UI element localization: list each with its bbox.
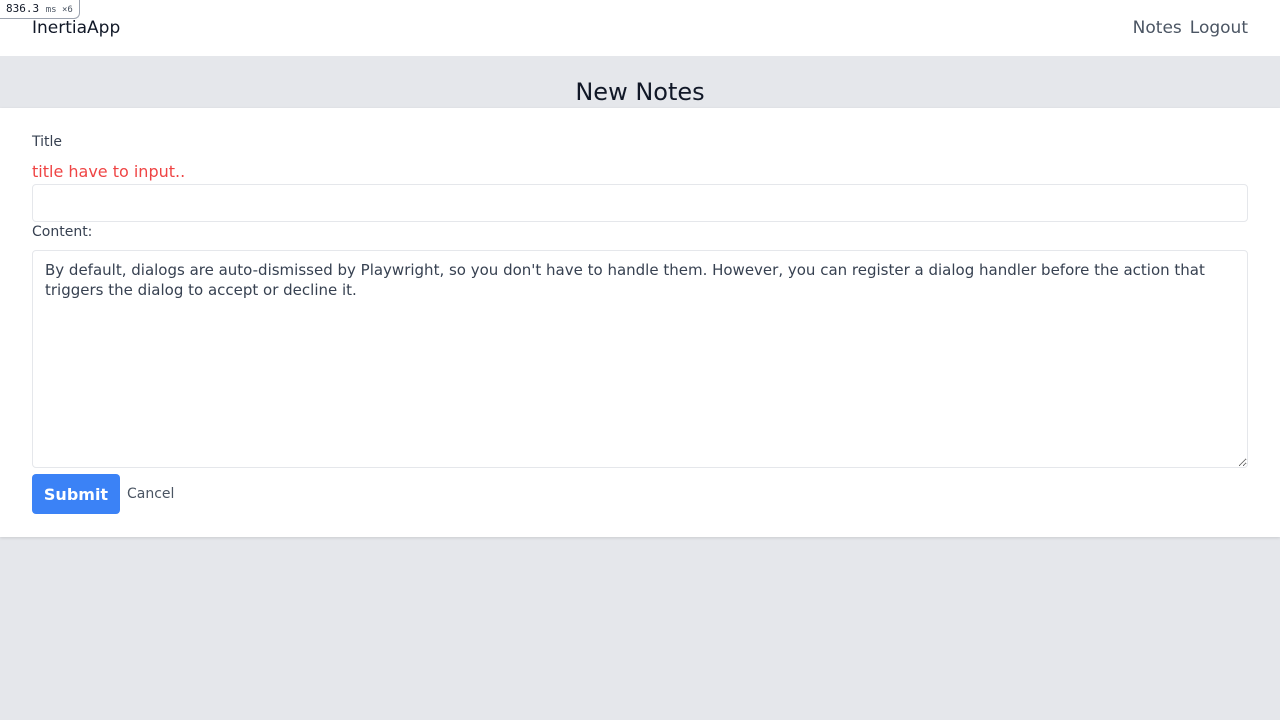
perf-timing-value: 836.3 — [6, 2, 40, 15]
perf-timing-unit: ms ×6 — [45, 5, 73, 15]
nav-link-notes[interactable]: Notes — [1133, 17, 1182, 39]
title-label: Title — [32, 134, 63, 150]
brand-link[interactable]: InertiaApp — [32, 17, 120, 39]
content-textarea[interactable]: By default, dialogs are auto-dismissed b… — [32, 250, 1248, 468]
content-label: Content: — [32, 224, 93, 240]
page-title: New Notes — [575, 78, 705, 106]
nav-link-logout[interactable]: Logout — [1190, 17, 1248, 39]
perf-timing-badge: 836.3 ms ×6 — [0, 0, 80, 19]
cancel-link[interactable]: Cancel — [127, 485, 174, 503]
note-form-card: Title title have to input.. Content: By … — [0, 108, 1280, 537]
title-input[interactable] — [32, 184, 1248, 222]
title-error-message: title have to input.. — [32, 162, 186, 181]
top-navbar: InertiaApp Notes Logout — [0, 0, 1280, 56]
submit-button[interactable]: Submit — [32, 474, 120, 514]
nav-links: Notes Logout — [1133, 17, 1248, 39]
